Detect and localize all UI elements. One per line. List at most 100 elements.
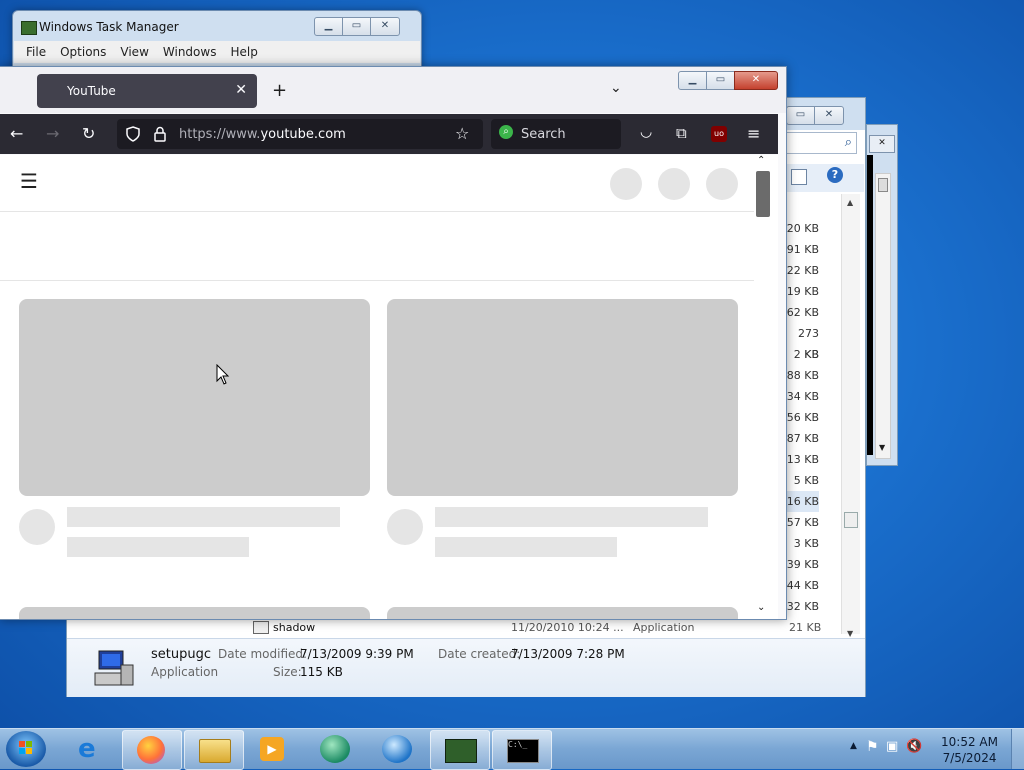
app-menu-icon[interactable]: ≡ [747,124,760,143]
file-size-cell: 22 KB [786,264,819,277]
task-manager-controls: ▁ ▭ ✕ [314,17,400,36]
scroll-up-arrow-icon[interactable]: ⌃ [757,155,765,166]
taskbar-task-manager[interactable] [430,730,490,770]
restore-button[interactable]: ▭ [786,106,815,125]
action-center-flag-icon[interactable]: ⚑ [866,739,879,755]
window-title: Windows Task Manager [39,20,179,34]
preview-pane-icon[interactable] [791,169,807,185]
menu-bar: File Options View Windows Help [14,41,420,63]
scroll-down-arrow-icon[interactable]: ▼ [847,629,853,638]
scroll-up-arrow-icon[interactable]: ▲ [847,198,853,207]
ublock-origin-icon[interactable]: uo [711,126,727,142]
application-icon [253,621,269,634]
shield-icon[interactable] [125,126,141,142]
file-size-cell: 56 KB [786,411,819,424]
menu-view[interactable]: View [120,45,148,59]
header-placeholder-circle [706,168,738,200]
scroll-down-arrow-icon[interactable]: ⌄ [757,602,765,613]
file-size-cell: 39 KB [786,558,819,571]
title-placeholder [435,507,708,527]
globe-icon [382,735,412,763]
file-size-cell: 273 KB [798,327,819,361]
taskbar-command-prompt[interactable]: C:\_ [492,730,552,770]
hamburger-menu-icon[interactable]: ☰ [20,169,38,193]
file-size-cell: 91 KB [786,243,819,256]
reload-icon[interactable]: ↻ [82,124,95,143]
network-icon[interactable]: ▣ [886,739,898,754]
help-icon[interactable]: ? [827,167,843,183]
url-bar[interactable]: https://www.youtube.com ☆ [117,119,483,149]
lock-icon[interactable] [153,126,167,142]
show-hidden-icons-icon[interactable]: ▲ [850,741,857,751]
details-pane: setupugc Application Date modified: 7/13… [67,638,865,697]
console-area [867,155,873,455]
close-button[interactable]: ✕ [869,135,895,153]
date-modified-label: Date modified: [218,647,308,661]
clock[interactable]: 10:52 AM 7/5/2024 [941,734,998,766]
file-size-cell: 5 KB [793,474,819,487]
video-thumbnail-placeholder[interactable] [19,299,370,496]
menu-file[interactable]: File [26,45,46,59]
taskbar-media-player[interactable]: ▶ [244,730,302,768]
details-file-name: setupugc [151,647,211,662]
internet-explorer-icon: e [78,734,96,764]
menu-options[interactable]: Options [60,45,106,59]
explorer-scrollbar[interactable]: ▲ ▼ [841,194,860,638]
tab-strip: YouTube ✕ + ⌄ ▁ ▭ ✕ [0,67,786,113]
start-button[interactable] [6,731,46,767]
mouse-cursor-icon [216,364,230,385]
close-button[interactable]: ✕ [370,17,400,36]
scroll-thumb[interactable] [844,512,858,528]
close-tab-icon[interactable]: ✕ [235,82,247,98]
page-scrollbar[interactable]: ⌃ ⌄ [754,155,770,619]
taskbar-app[interactable] [306,730,364,768]
command-prompt-icon: C:\_ [507,739,539,763]
minimize-button[interactable]: ▁ [314,17,343,36]
scroll-thumb[interactable] [878,178,888,192]
scroll-thumb[interactable] [756,171,770,217]
back-icon[interactable]: ← [10,124,23,143]
show-desktop-button[interactable] [1011,729,1024,769]
avatar-placeholder [19,509,55,545]
file-type: Application [633,621,695,634]
file-size-cell: 2 KB [793,348,819,361]
video-thumbnail-placeholder[interactable] [387,299,738,496]
file-size-column: 20 KB 91 KB 22 KB 19 KB 62 KB 273 KB 2 KB 88 KB… [785,218,819,617]
minimize-button[interactable]: ▁ [678,71,707,90]
list-all-tabs-icon[interactable]: ⌄ [610,80,622,96]
menu-windows[interactable]: Windows [163,45,217,59]
explorer-search-input[interactable]: ⌕ [785,132,857,154]
bookmark-star-icon[interactable]: ☆ [455,124,469,143]
file-size: 21 KB [789,621,822,634]
tab-youtube[interactable]: YouTube ✕ [37,74,257,108]
size-value: 115 KB [300,665,343,679]
scroll-down-arrow-icon[interactable]: ▼ [879,443,885,452]
taskbar-explorer[interactable] [184,730,244,770]
maximize-button[interactable]: ▭ [342,17,371,36]
file-row[interactable]: shadow 11/20/2010 10:24 ... Application … [67,618,841,638]
taskbar-firefox[interactable] [122,730,182,770]
header-placeholder-circle [610,168,642,200]
taskbar-internet-explorer[interactable]: e [62,730,120,768]
search-bar[interactable]: ⌕ Search [491,119,621,149]
video-thumbnail-placeholder[interactable] [19,607,370,619]
video-thumbnail-placeholder[interactable] [387,607,738,619]
extensions-icon[interactable]: ⧉ [676,124,687,142]
search-placeholder: Search [521,127,566,142]
new-tab-icon[interactable]: + [272,80,287,101]
search-engine-icon[interactable]: ⌕ [499,125,513,139]
close-button[interactable]: ✕ [734,71,778,90]
close-button[interactable]: ✕ [814,106,844,125]
details-file-type: Application [151,665,219,679]
menu-help[interactable]: Help [230,45,257,59]
volume-muted-icon[interactable]: 🔇 [906,739,922,754]
url-prefix: https://www. [179,127,261,142]
taskbar-network[interactable] [368,730,426,768]
app-globe-icon [320,735,350,763]
maximize-button[interactable]: ▭ [706,71,735,90]
pocket-icon[interactable]: ◡ [640,124,652,140]
console-scrollbar[interactable] [875,173,891,459]
forward-icon[interactable]: → [46,124,59,143]
nav-bar: ← → ↻ https://www.youtube.com ☆ ⌕ Search… [0,114,778,154]
clock-time: 10:52 AM [941,735,998,749]
